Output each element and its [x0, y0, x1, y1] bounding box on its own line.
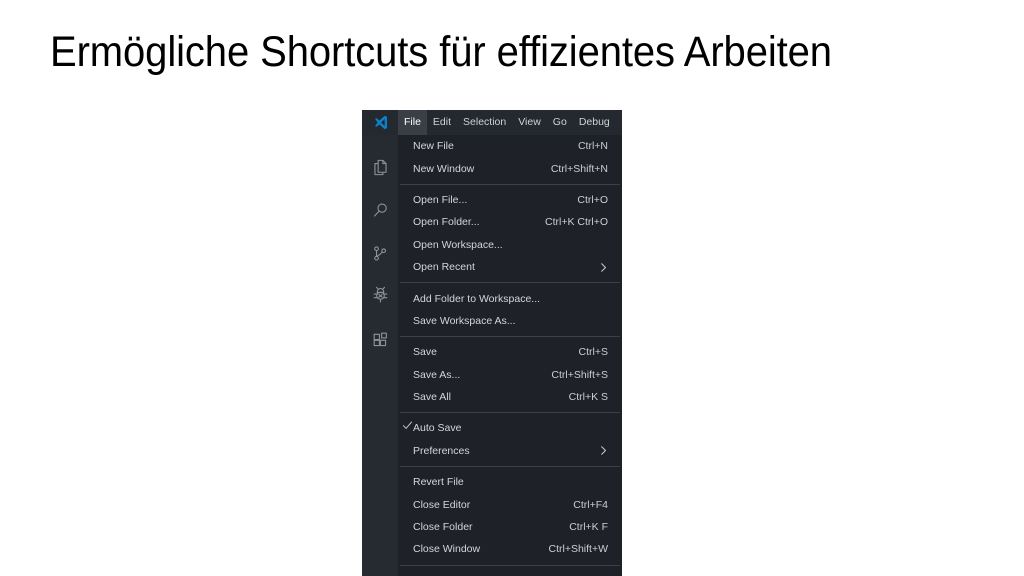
menu-item-label: Save Workspace As...	[413, 314, 516, 327]
menu-item-label: Close Folder	[413, 521, 473, 534]
menu-item-shortcut: Ctrl+O	[577, 193, 608, 206]
page-title: Ermögliche Shortcuts für effizientes Arb…	[50, 28, 832, 76]
debug-bug-icon[interactable]	[362, 276, 398, 312]
file-dropdown-menu[interactable]: New File Ctrl+N New Window Ctrl+Shift+N …	[398, 135, 622, 576]
menu-item-add-folder-to-workspace[interactable]: Add Folder to Workspace...	[398, 287, 622, 309]
vscode-screenshot: File Edit Selection View Go Debug New Fi…	[362, 110, 622, 576]
menu-item-open-folder[interactable]: Open Folder... Ctrl+K Ctrl+O	[398, 211, 622, 233]
menu-item-shortcut: Ctrl+Shift+W	[548, 543, 608, 556]
menu-separator	[398, 278, 622, 287]
vscode-logo-icon	[362, 110, 398, 135]
menu-item-label: New Window	[413, 162, 475, 175]
menu-item-shortcut: Ctrl+K S	[568, 391, 608, 404]
chevron-right-icon	[599, 445, 609, 456]
menu-item-label: Auto Save	[413, 422, 462, 435]
menu-item-new-file[interactable]: New File Ctrl+N	[398, 135, 622, 157]
menu-item-preferences[interactable]: Preferences	[398, 440, 622, 462]
menu-item-label: Preferences	[413, 444, 470, 457]
menubar-item-view[interactable]: View	[512, 110, 547, 135]
vscode-activity-bar	[362, 135, 398, 576]
menu-item-open-recent[interactable]: Open Recent	[398, 256, 622, 278]
menu-separator	[398, 462, 622, 471]
menu-item-label: Open File...	[413, 193, 468, 206]
menu-item-label: Save As...	[413, 368, 461, 381]
menu-item-shortcut: Ctrl+N	[577, 140, 608, 153]
menu-item-revert-file[interactable]: Revert File	[398, 471, 622, 493]
menu-item-label: New File	[413, 140, 454, 153]
source-control-branch-icon[interactable]	[362, 235, 398, 271]
menu-item-shortcut: Ctrl+Shift+N	[550, 162, 608, 175]
menu-item-auto-save[interactable]: Auto Save	[398, 417, 622, 439]
menubar-item-file[interactable]: File	[398, 110, 427, 135]
menu-separator	[398, 180, 622, 189]
menu-item-exit[interactable]: Exit	[398, 570, 622, 576]
menu-item-shortcut: Ctrl+Shift+S	[551, 368, 608, 381]
menu-separator	[398, 561, 622, 570]
menubar-item-selection[interactable]: Selection	[457, 110, 512, 135]
menubar-item-edit[interactable]: Edit	[427, 110, 457, 135]
menubar-item-debug[interactable]: Debug	[573, 110, 616, 135]
menu-item-open-file[interactable]: Open File... Ctrl+O	[398, 189, 622, 211]
menu-separator	[398, 408, 622, 417]
menu-item-save[interactable]: Save Ctrl+S	[398, 341, 622, 363]
menu-item-label: Close Window	[413, 543, 481, 556]
chevron-right-icon	[599, 262, 609, 273]
menu-item-label: Close Editor	[413, 498, 471, 511]
vscode-menubar[interactable]: File Edit Selection View Go Debug	[398, 110, 616, 135]
checkmark-icon	[402, 417, 413, 439]
menu-item-new-window[interactable]: New Window Ctrl+Shift+N	[398, 157, 622, 179]
menu-item-label: Save All	[413, 391, 451, 404]
menu-item-label: Add Folder to Workspace...	[413, 292, 541, 305]
menu-item-save-all[interactable]: Save All Ctrl+K S	[398, 386, 622, 408]
menu-item-label: Open Recent	[413, 261, 475, 274]
explorer-files-icon[interactable]	[362, 149, 398, 185]
menu-item-save-as[interactable]: Save As... Ctrl+Shift+S	[398, 364, 622, 386]
menu-item-close-editor[interactable]: Close Editor Ctrl+F4	[398, 493, 622, 515]
menu-item-close-folder[interactable]: Close Folder Ctrl+K F	[398, 516, 622, 538]
menu-item-label: Save	[413, 346, 437, 359]
vscode-titlebar: File Edit Selection View Go Debug	[362, 110, 622, 135]
extensions-blocks-icon[interactable]	[362, 321, 398, 357]
menu-item-shortcut: Ctrl+K F	[569, 521, 608, 534]
menu-item-label: Open Folder...	[413, 216, 480, 229]
menu-item-shortcut: Ctrl+K Ctrl+O	[544, 216, 608, 229]
menu-item-close-window[interactable]: Close Window Ctrl+Shift+W	[398, 538, 622, 560]
menu-item-shortcut: Ctrl+F4	[573, 498, 608, 511]
menu-item-shortcut: Ctrl+S	[578, 346, 608, 359]
menu-item-open-workspace[interactable]: Open Workspace...	[398, 234, 622, 256]
menu-item-label: Open Workspace...	[413, 238, 503, 251]
menubar-item-go[interactable]: Go	[547, 110, 573, 135]
menu-item-save-workspace-as[interactable]: Save Workspace As...	[398, 310, 622, 332]
search-magnifier-icon[interactable]	[362, 192, 398, 228]
menu-separator	[398, 332, 622, 341]
menu-item-label: Revert File	[413, 476, 464, 489]
